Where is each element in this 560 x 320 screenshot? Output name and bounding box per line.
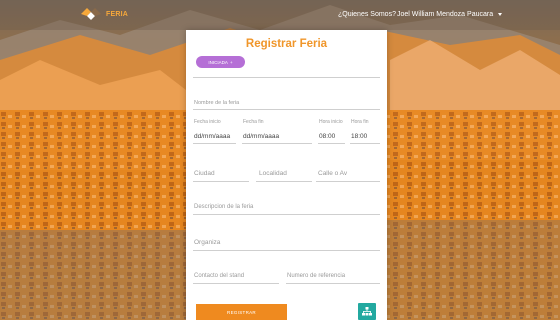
map-button[interactable]	[358, 303, 376, 320]
plus-icon: +	[229, 59, 233, 65]
start-time-label: Hora inicio	[319, 119, 343, 125]
city-underline	[193, 181, 249, 182]
reference-number-input[interactable]: Numero de referencia	[287, 273, 345, 279]
sitemap-icon	[362, 307, 372, 316]
chevron-down-icon	[498, 13, 503, 16]
register-feria-card: Registrar Feria INICIADA + Nombre de la …	[186, 30, 387, 320]
brand-name: FERIA	[106, 10, 128, 18]
diamond-logo-icon	[81, 8, 101, 20]
top-navbar: FERIA ¿Quienes Somos? Joel William Mendo…	[0, 0, 560, 30]
start-time-input[interactable]: 08:00	[319, 133, 335, 140]
start-date-underline	[193, 143, 236, 144]
start-time-underline	[318, 143, 345, 144]
organizer-input[interactable]: Organiza	[194, 239, 220, 246]
brand-link[interactable]: FERIA	[80, 7, 128, 21]
end-date-underline	[242, 143, 312, 144]
end-date-label: Fecha fin	[243, 119, 264, 125]
user-name: Joel William Mendoza Paucara	[397, 11, 494, 18]
street-underline	[316, 181, 380, 182]
end-date-input[interactable]: dd/mm/aaaa	[243, 133, 279, 140]
description-input[interactable]: Descripcion de la feria	[194, 204, 253, 210]
user-menu[interactable]: Joel William Mendoza Paucara	[397, 11, 503, 18]
end-time-input[interactable]: 18:00	[351, 133, 367, 140]
end-time-underline	[350, 143, 380, 144]
street-input[interactable]: Calle o Av	[318, 170, 347, 177]
about-us-link[interactable]: ¿Quienes Somos?	[338, 11, 396, 18]
organizer-underline	[193, 250, 380, 251]
contact-input[interactable]: Contacto del stand	[194, 273, 244, 279]
locality-underline	[256, 181, 312, 182]
description-underline	[193, 214, 380, 215]
status-dropdown-label: INICIADA	[208, 59, 228, 65]
reference-underline	[286, 283, 380, 284]
city-input[interactable]: Ciudad	[194, 170, 215, 177]
feria-name-field[interactable]: Nombre de la feria	[194, 100, 239, 106]
page-title: Registrar Feria	[245, 38, 328, 50]
register-button[interactable]: REGISTRAR	[196, 304, 287, 320]
end-time-label: Hora fin	[351, 119, 369, 125]
start-date-label: Fecha inicio	[194, 119, 221, 125]
feria-name-underline	[193, 109, 380, 110]
locality-input[interactable]: Localidad	[259, 170, 287, 177]
contact-underline	[193, 283, 279, 284]
status-dropdown-button[interactable]: INICIADA +	[196, 56, 245, 68]
start-date-input[interactable]: dd/mm/aaaa	[194, 133, 230, 140]
divider	[193, 77, 380, 78]
